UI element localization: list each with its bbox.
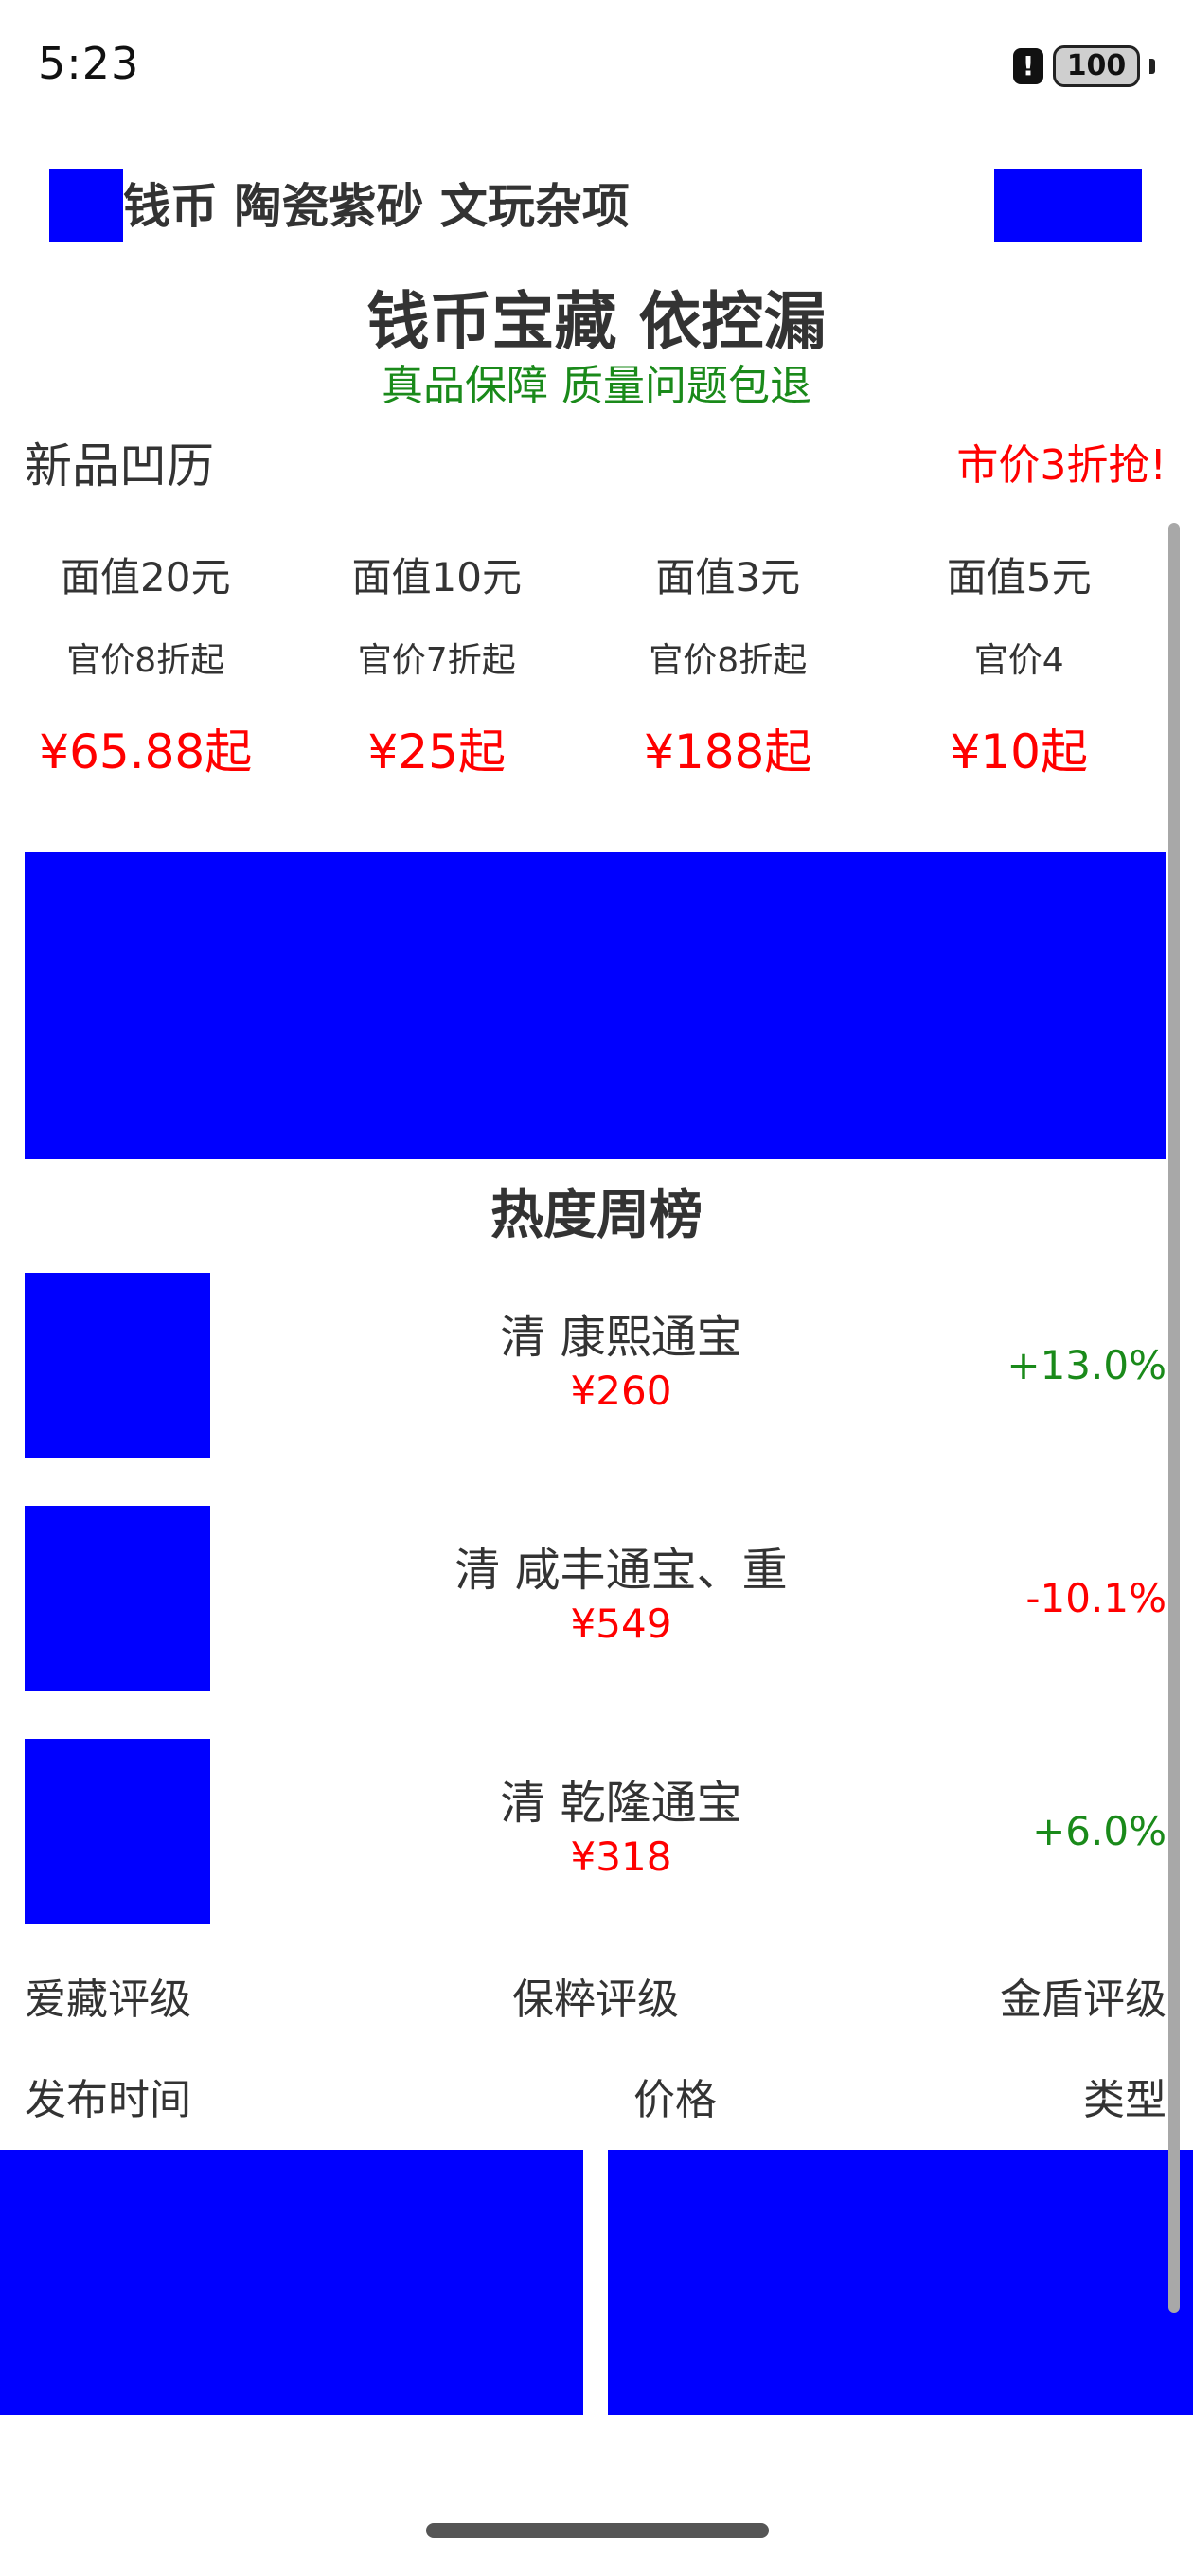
- product-card[interactable]: 面值5元 官价4 ¥10起: [874, 540, 1166, 797]
- scrollbar[interactable]: [1168, 523, 1180, 2313]
- rating-filter-row: 爱藏评级 保粹评级 金盾评级: [25, 1972, 1166, 2029]
- sort-by-type[interactable]: 类型: [1083, 2072, 1166, 2129]
- category-tabs[interactable]: 钱币 陶瓷紫砂 文玩杂项: [123, 170, 630, 242]
- listing-card[interactable]: [608, 2150, 1193, 2415]
- product-face-value: 面值5元: [946, 554, 1092, 600]
- ranking-item-change: +13.0%: [1006, 1342, 1166, 1388]
- product-card[interactable]: 面值3元 官价8折起 ¥188起: [582, 540, 874, 797]
- new-section-promo[interactable]: 市价3折抢!: [956, 436, 1166, 496]
- ranking-item[interactable]: 清 康熙通宝 ¥260 +13.0%: [0, 1273, 1166, 1458]
- battery-tip: [1149, 59, 1155, 74]
- product-discount: 官价8折起: [66, 641, 225, 680]
- home-indicator[interactable]: [426, 2523, 769, 2538]
- product-price: ¥65.88起: [39, 724, 253, 779]
- product-discount: 官价4: [973, 641, 1064, 680]
- filter-baocui-rating[interactable]: 保粹评级: [512, 1972, 679, 2029]
- sort-by-price[interactable]: 价格: [633, 2072, 717, 2129]
- ranking-item-image[interactable]: [25, 1506, 210, 1691]
- logo-image[interactable]: [49, 169, 123, 242]
- status-time: 5:23: [38, 38, 140, 89]
- product-card[interactable]: 面值10元 官价7折起 ¥25起: [292, 540, 583, 797]
- ranking-item-price: ¥260: [570, 1368, 672, 1414]
- ranking-item-info: 清 咸丰通宝、重 ¥549: [284, 1542, 958, 1650]
- listing-card[interactable]: [0, 2150, 583, 2415]
- product-discount: 官价7折起: [357, 641, 516, 680]
- ranking-item-name: 清 康熙通宝: [500, 1311, 742, 1364]
- product-face-value: 面值10元: [351, 554, 522, 600]
- ranking-item-price: ¥318: [570, 1834, 672, 1880]
- filter-jindun-rating[interactable]: 金盾评级: [1000, 1972, 1166, 2029]
- ranking-item-change: -10.1%: [1025, 1575, 1166, 1621]
- alert-icon: !: [1013, 48, 1043, 84]
- ranking-item-name: 清 乾隆通宝: [500, 1777, 742, 1830]
- header-action-button[interactable]: [994, 169, 1142, 242]
- product-discount: 官价8折起: [649, 641, 808, 680]
- ranking-item-info: 清 康熙通宝 ¥260: [284, 1309, 958, 1417]
- ranking-item-change: +6.0%: [1032, 1808, 1166, 1854]
- ranking-item-image[interactable]: [25, 1739, 210, 1924]
- battery-icon: 100: [1053, 45, 1140, 87]
- sort-row: 发布时间 价格 类型: [25, 2072, 1166, 2129]
- sort-by-time[interactable]: 发布时间: [25, 2072, 191, 2129]
- ranking-item[interactable]: 清 咸丰通宝、重 ¥549 -10.1%: [0, 1506, 1166, 1691]
- product-face-value: 面值20元: [61, 554, 231, 600]
- page-title: 钱币宝藏 依控漏: [366, 285, 827, 358]
- page-subtitle: 真品保障 质量问题包退: [382, 362, 811, 410]
- ranking-item-image[interactable]: [25, 1273, 210, 1458]
- product-face-value: 面值3元: [655, 554, 801, 600]
- product-price: ¥188起: [644, 724, 812, 779]
- filter-aicang-rating[interactable]: 爱藏评级: [25, 1972, 191, 2029]
- ranking-title: 热度周榜: [490, 1185, 703, 1246]
- product-price: ¥25起: [367, 724, 506, 779]
- ranking-list: 清 康熙通宝 ¥260 +13.0% 清 咸丰通宝、重 ¥549 -10.1% …: [0, 1273, 1166, 1972]
- ranking-item-name: 清 咸丰通宝、重: [454, 1544, 788, 1597]
- product-card[interactable]: 面值20元 官价8折起 ¥65.88起: [0, 540, 292, 797]
- ranking-item-info: 清 乾隆通宝 ¥318: [284, 1775, 958, 1883]
- promo-banner[interactable]: [25, 852, 1166, 1159]
- status-bar: 5:23 ! 100: [0, 0, 1193, 133]
- product-grid: 面值20元 官价8折起 ¥65.88起 面值10元 官价7折起 ¥25起 面值3…: [0, 540, 1165, 797]
- new-section-title: 新品凹历: [25, 438, 214, 493]
- product-price: ¥10起: [950, 724, 1088, 779]
- ranking-item-price: ¥549: [570, 1601, 672, 1647]
- status-icons: ! 100: [1013, 45, 1155, 87]
- ranking-item[interactable]: 清 乾隆通宝 ¥318 +6.0%: [0, 1739, 1166, 1924]
